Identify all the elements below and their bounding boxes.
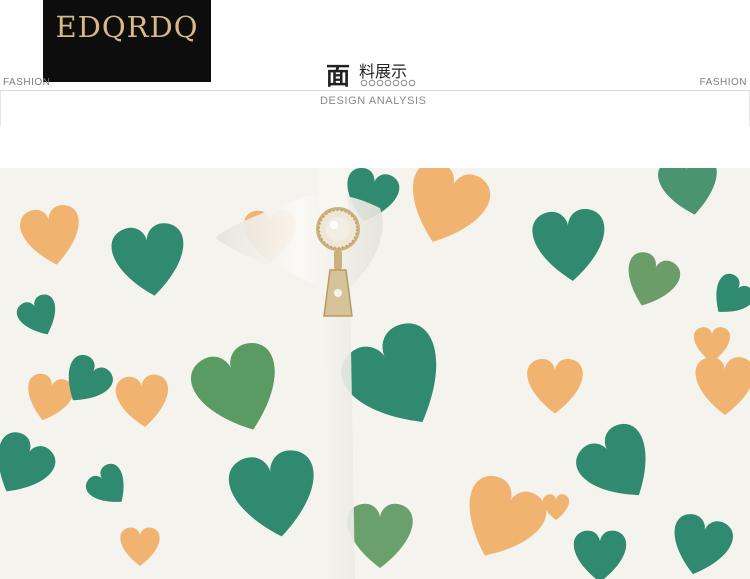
fashion-label-left: FASHION [3, 77, 51, 88]
brand-logo-text: EDQRDQ [55, 10, 199, 44]
header-divider [0, 90, 750, 91]
section-title-first-char: 面 [326, 62, 350, 90]
fashion-label-right: FASHION [699, 77, 747, 88]
section-title: 面 料展示 [326, 56, 407, 91]
fabric-illustration [0, 168, 750, 579]
fabric-photo [0, 168, 750, 579]
decorative-dots-icon [360, 79, 416, 87]
header: EDQRDQ FASHION FASHION 面 料展示 DESIGN ANAL… [0, 0, 750, 168]
section-subtitle: DESIGN ANALYSIS [320, 95, 427, 107]
logo-notch-shape [43, 56, 211, 82]
left-border [0, 90, 1, 126]
